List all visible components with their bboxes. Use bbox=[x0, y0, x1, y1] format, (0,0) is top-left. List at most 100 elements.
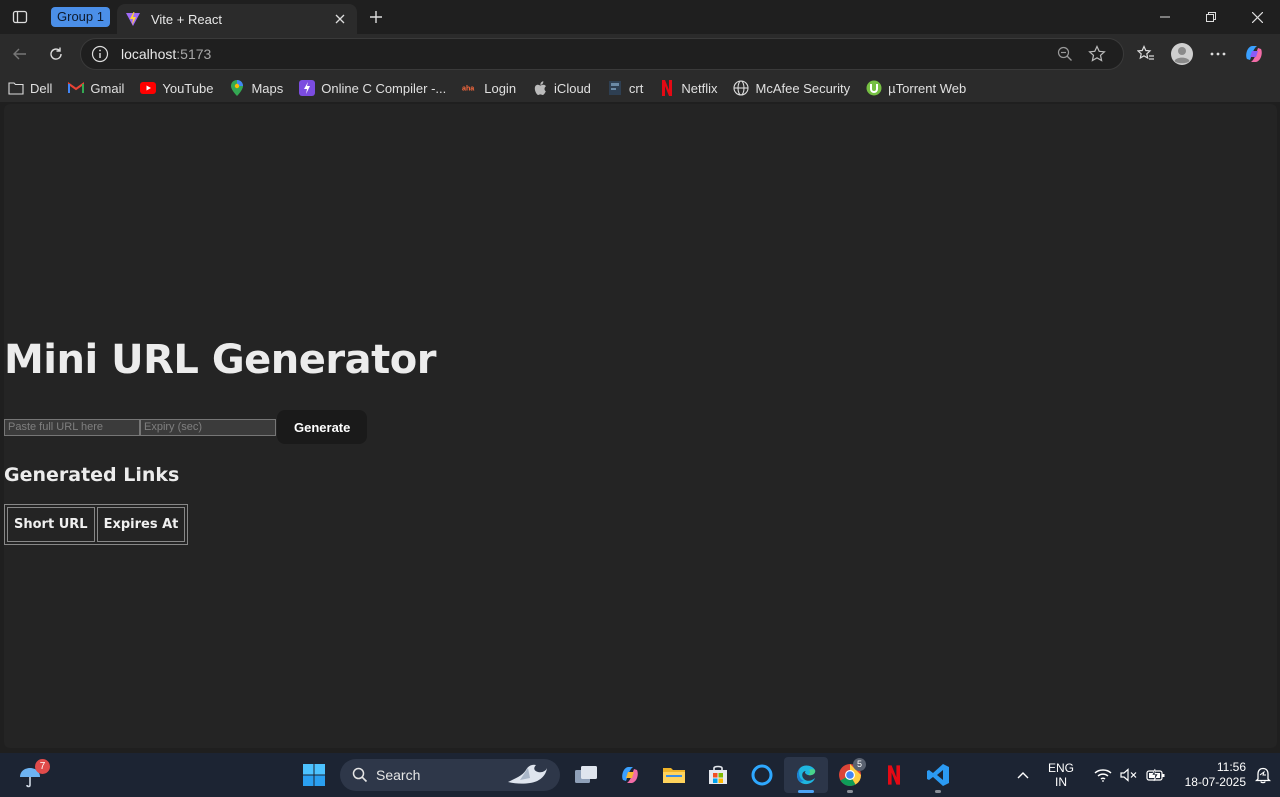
edge-icon bbox=[797, 765, 816, 785]
cortana-button[interactable] bbox=[740, 757, 784, 793]
site-info-icon[interactable] bbox=[91, 45, 109, 63]
wifi-icon bbox=[1094, 769, 1112, 782]
copilot-icon bbox=[622, 767, 638, 783]
chevron-up-icon bbox=[1017, 772, 1029, 779]
page-viewport: Mini URL Generator Generate Generated Li… bbox=[4, 104, 1277, 748]
utorrent-icon bbox=[866, 80, 882, 96]
show-hidden-icons-button[interactable] bbox=[1008, 771, 1038, 779]
weather-badge: 7 bbox=[35, 759, 50, 774]
vite-icon bbox=[125, 12, 140, 26]
url-port: :5173 bbox=[176, 46, 212, 62]
generate-button[interactable]: Generate bbox=[277, 410, 368, 444]
system-tray: ENG IN 11:56 18-07-2025 bbox=[1008, 753, 1280, 797]
quick-settings[interactable] bbox=[1094, 768, 1166, 782]
more-menu-button[interactable] bbox=[1200, 36, 1236, 72]
favorites-icon bbox=[1137, 45, 1154, 60]
bookmark-label: Maps bbox=[251, 80, 284, 96]
crt-icon bbox=[607, 80, 623, 96]
tab-actions-button[interactable] bbox=[0, 0, 40, 34]
zoom-button[interactable] bbox=[1049, 40, 1081, 68]
clock-time: 11:56 bbox=[1216, 760, 1246, 774]
back-button[interactable] bbox=[2, 36, 38, 72]
tab-title: Vite + React bbox=[150, 11, 222, 27]
store-icon bbox=[709, 765, 727, 784]
maps-icon bbox=[229, 80, 245, 96]
bookmark-mcafee[interactable]: McAfee Security bbox=[733, 80, 850, 96]
folder-icon bbox=[8, 80, 24, 96]
new-tab-button[interactable] bbox=[359, 2, 393, 32]
speaker-muted-icon bbox=[1120, 768, 1137, 782]
search-label: Search bbox=[376, 767, 421, 783]
vscode-button[interactable] bbox=[916, 757, 960, 793]
language-indicator[interactable]: ENG IN bbox=[1038, 761, 1084, 789]
bookmark-label: YouTube bbox=[162, 80, 214, 96]
netflix-icon bbox=[659, 80, 675, 96]
bookmark-label: µTorrent Web bbox=[888, 80, 967, 96]
url-text: localhost:5173 bbox=[121, 46, 1049, 62]
bookmark-netflix[interactable]: Netflix bbox=[659, 80, 717, 96]
copilot-app-button[interactable] bbox=[608, 757, 652, 793]
running-indicator bbox=[935, 790, 941, 793]
minimize-icon bbox=[1160, 16, 1170, 18]
bookmark-maps[interactable]: Maps bbox=[229, 80, 283, 96]
url-host: localhost bbox=[121, 46, 177, 62]
star-icon bbox=[1088, 45, 1106, 62]
bookmark-youtube[interactable]: YouTube bbox=[140, 80, 213, 96]
bookmark-crt[interactable]: crt bbox=[607, 80, 643, 96]
edge-button[interactable] bbox=[784, 757, 828, 793]
close-icon bbox=[335, 14, 345, 24]
refresh-button[interactable] bbox=[38, 36, 74, 72]
running-indicator bbox=[847, 790, 853, 793]
bookmark-icloud[interactable]: iCloud bbox=[532, 80, 591, 96]
zoom-out-icon bbox=[1057, 46, 1072, 61]
copilot-button[interactable] bbox=[1236, 36, 1272, 72]
folder-icon bbox=[663, 768, 685, 783]
bookmark-label: crt bbox=[628, 80, 644, 96]
toolbar-right-icons bbox=[1128, 36, 1272, 72]
profile-button[interactable] bbox=[1164, 36, 1200, 72]
taskbar-search[interactable]: Search bbox=[340, 759, 560, 791]
active-tab[interactable]: Vite + React bbox=[116, 4, 357, 34]
bookmark-online-compiler[interactable]: Online C Compiler -... bbox=[299, 80, 446, 96]
favorites-button[interactable] bbox=[1128, 36, 1164, 72]
chrome-button[interactable]: 5 bbox=[828, 757, 872, 793]
table-header-row: Short URL Expires At bbox=[7, 507, 186, 542]
bookmark-label: iCloud bbox=[554, 80, 591, 96]
restore-icon bbox=[1206, 12, 1216, 22]
close-icon bbox=[1251, 11, 1263, 23]
minimize-button[interactable] bbox=[1142, 0, 1188, 34]
start-button[interactable] bbox=[292, 757, 336, 793]
plus-icon bbox=[369, 11, 382, 23]
tab-group-chip[interactable]: Group 1 bbox=[51, 7, 110, 27]
links-table: Short URL Expires At bbox=[4, 504, 189, 545]
bookmark-dell[interactable]: Dell bbox=[8, 80, 52, 96]
windows-icon bbox=[303, 764, 325, 786]
weather-widget[interactable]: 7 bbox=[18, 759, 50, 791]
bookmark-utorrent[interactable]: µTorrent Web bbox=[866, 80, 966, 96]
bookmark-label: Dell bbox=[30, 80, 53, 96]
clock[interactable]: 11:56 18-07-2025 bbox=[1176, 760, 1246, 790]
bookmark-label: Netflix bbox=[681, 80, 718, 96]
sidebar-toggle-icon bbox=[12, 10, 28, 24]
bookmark-login[interactable]: aha Login bbox=[462, 80, 516, 96]
bookmark-gmail[interactable]: Gmail bbox=[68, 80, 124, 96]
store-button[interactable] bbox=[696, 757, 740, 793]
refresh-icon bbox=[50, 47, 62, 60]
bookmark-label: McAfee Security bbox=[755, 80, 851, 96]
url-input[interactable] bbox=[4, 418, 140, 436]
restore-button[interactable] bbox=[1188, 0, 1234, 34]
tab-close-button[interactable] bbox=[331, 10, 349, 28]
copilot-icon bbox=[1246, 46, 1262, 62]
generated-links-heading: Generated Links bbox=[4, 464, 180, 486]
bird-icon bbox=[508, 764, 547, 784]
vscode-icon bbox=[927, 764, 949, 786]
address-bar[interactable]: localhost:5173 bbox=[80, 38, 1124, 70]
gmail-icon bbox=[68, 80, 85, 96]
task-view-button[interactable] bbox=[564, 757, 608, 793]
expiry-input[interactable] bbox=[140, 418, 276, 436]
favorite-button[interactable] bbox=[1081, 40, 1113, 68]
notifications-button[interactable] bbox=[1246, 766, 1280, 784]
netflix-app-button[interactable] bbox=[872, 757, 916, 793]
close-window-button[interactable] bbox=[1234, 0, 1280, 34]
file-explorer-button[interactable] bbox=[652, 757, 696, 793]
